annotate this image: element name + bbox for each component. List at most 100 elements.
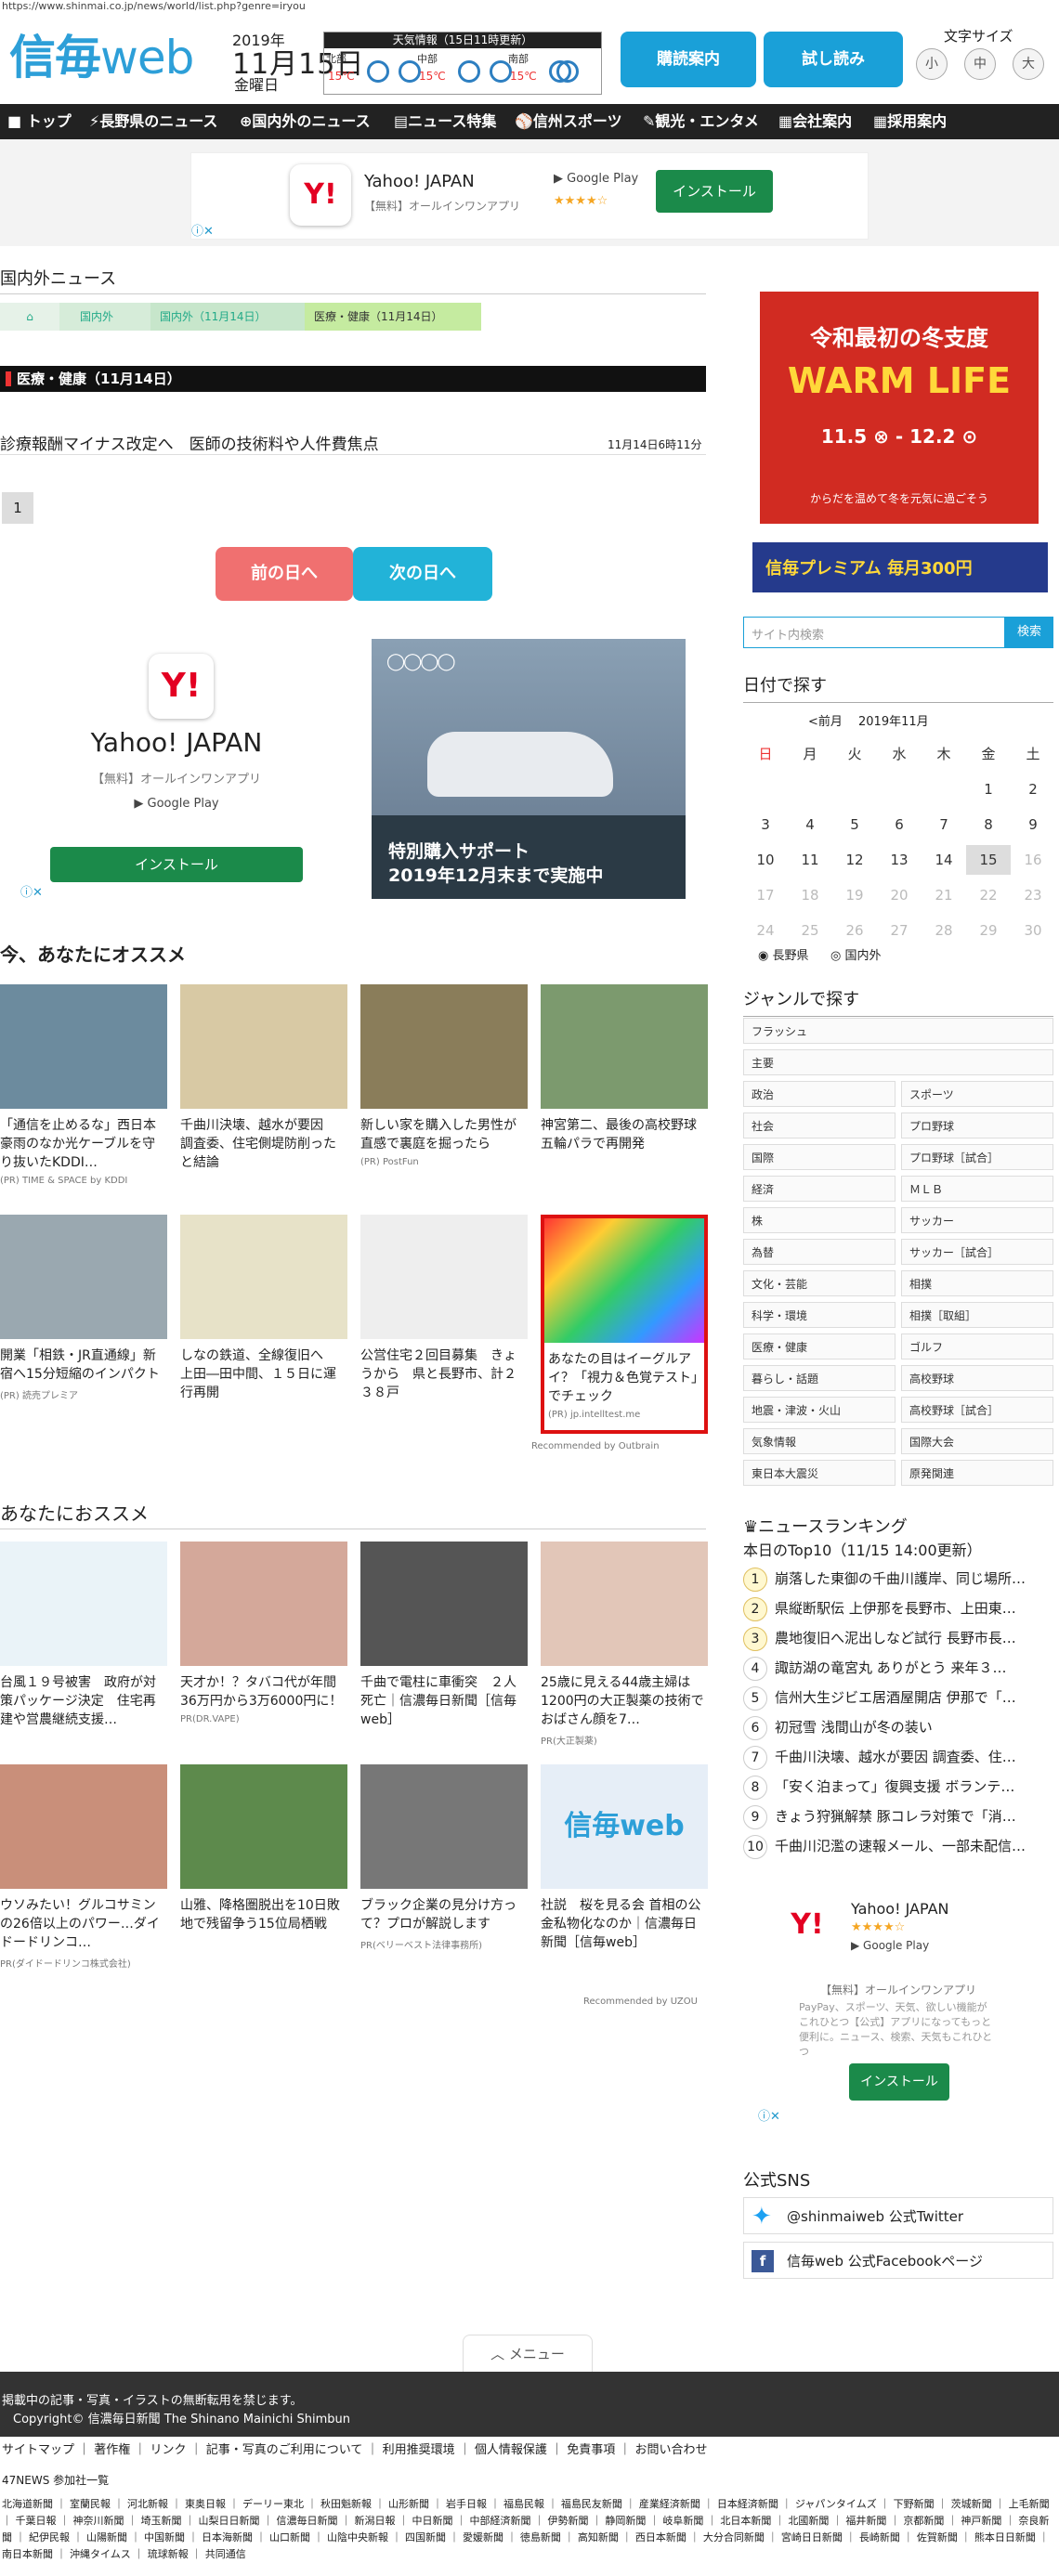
ranking-item[interactable]: 3 農地復旧へ泥出しなど試行 長野市長… (743, 1623, 1053, 1653)
twitter-link[interactable]: ✦ @shinmaiweb 公式Twitter (743, 2197, 1053, 2234)
recommend-card[interactable]: 開業「相鉄・JR直通線」新宿へ15分短縮のインパクト (PR) 読売プレミア (0, 1215, 167, 1401)
weather-widget[interactable]: 天気情報（15日11時更新） 北部 15℃ 中部 15℃ 南部 15℃ (323, 32, 602, 95)
recommend-card[interactable]: あなたの目はイーグルアイ？「視力＆色覚テスト」でチェック (PR) jp.inte… (541, 1215, 708, 1434)
ranking-title[interactable]: 諏訪湖の竜宮丸 ありがとう 来年３… (775, 1659, 1007, 1676)
card-title[interactable]: 社説 桜を見る会 首相の公金私物化なのか｜信濃毎日新聞［信毎web］ (541, 1896, 708, 1952)
car-ad[interactable]: ◯◯◯◯ 特別購入サポート 2019年12月末まで実施中 (372, 639, 686, 899)
genre-link[interactable]: 国際 (743, 1144, 896, 1170)
recommend2-card[interactable]: ブラック企業の見分け方って？プロが解説します PR(ベリーベスト法律事務所) (360, 1764, 528, 1951)
nav-feature[interactable]: ▤ニュース特集 (394, 104, 496, 139)
calendar-day[interactable]: 11 (788, 845, 832, 875)
ranking-title[interactable]: 信州大生ジビエ居酒屋開店 伊那で「… (775, 1689, 1016, 1706)
genre-link[interactable]: プロ野球 (901, 1112, 1053, 1138)
font-size-small-button[interactable]: 小 (916, 48, 948, 80)
nav-company[interactable]: ▦会社案内 (778, 104, 852, 139)
ranking-item[interactable]: 10 千曲川氾濫の速報メール、一部未配信… (743, 1831, 1053, 1861)
ad-install-button[interactable]: インストール (849, 2063, 949, 2101)
font-size-medium-button[interactable]: 中 (964, 48, 996, 80)
footer-links[interactable]: サイトマップ ｜ 著作権 ｜ リンク ｜ 記事・写真のご利用について ｜ 利用推… (0, 2437, 1059, 2465)
genre-link[interactable]: 東日本大震災 (743, 1460, 896, 1486)
recommend-card[interactable]: 新しい家を購入した男性が直感で裏庭を掘ったら (PR) PostFun (360, 984, 528, 1167)
page-number-button[interactable]: 1 (2, 492, 33, 524)
prev-day-button[interactable]: 前の日へ (216, 547, 353, 601)
ad-install-button[interactable]: インストール (656, 170, 773, 213)
calendar-day[interactable]: 1 (966, 774, 1011, 804)
ranking-title[interactable]: 崩落した東御の千曲川護岸、同じ場所… (775, 1570, 1026, 1587)
calendar-option-world[interactable]: ◎ 国内外 (830, 945, 882, 963)
newspaper-list[interactable]: 北海道新聞 ｜ 室蘭民報 ｜ 河北新報 ｜ 東奥日報 ｜ デーリー東北 ｜ 秋田… (0, 2496, 1059, 2576)
genre-link[interactable]: 政治 (743, 1081, 896, 1107)
genre-link[interactable]: フラッシュ (743, 1018, 1053, 1044)
calendar-day[interactable]: 2 (1011, 774, 1055, 804)
crumb-world-date[interactable]: 国内外（11月14日） (150, 303, 305, 331)
recommend2-card[interactable]: 25歳に見える44歳主婦は1200円の大正製薬の技術でおばさん顔を7… PR(大正… (541, 1542, 708, 1747)
recommend2-card[interactable]: 台風１９号被害 政府が対策パッケージ決定 住宅再建や営農継続支援… (0, 1542, 167, 1733)
ranking-item[interactable]: 5 信州大生ジビエ居酒屋開店 伊那で「… (743, 1683, 1053, 1712)
nav-nagano[interactable]: ⚡長野県のニュース (89, 104, 217, 139)
genre-link[interactable]: スポーツ (901, 1081, 1053, 1107)
card-title[interactable]: ブラック企業の見分け方って？プロが解説します (360, 1896, 528, 1933)
yahoo-ad[interactable]: Y! Yahoo! JAPAN 【無料】オールインワンアプリ ▶ Google … (28, 639, 325, 882)
card-title[interactable]: ウソみたい！グルコサミンの26倍以上のパワー…ダイドードリンコ… (0, 1896, 167, 1952)
card-title[interactable]: 「通信を止めるな」西日本豪雨のなか光ケーブルを守り抜いたKDDI… (0, 1116, 167, 1172)
genre-link[interactable]: 文化・芸能 (743, 1270, 896, 1296)
side-yahoo-ad[interactable]: Y! Yahoo! JAPAN ★★★★☆ ▶ Google Play 【無料】… (743, 1881, 1053, 2123)
recommend-card[interactable]: 千曲川決壊、越水が要因 調査委、住宅側堤防削ったと結論 (180, 984, 347, 1176)
recommend-card[interactable]: 「通信を止めるな」西日本豪雨のなか光ケーブルを守り抜いたKDDI… (PR) TI… (0, 984, 167, 1186)
calendar-day[interactable]: 3 (743, 810, 788, 839)
card-title[interactable]: 千曲で電柱に車衝突 ２人死亡｜信濃毎日新聞［信毎web］ (360, 1673, 528, 1729)
calendar-day[interactable]: 13 (877, 845, 922, 875)
calendar-day[interactable]: 8 (966, 810, 1011, 839)
card-title[interactable]: 新しい家を購入した男性が直感で裏庭を掘ったら (360, 1116, 528, 1153)
ranking-item[interactable]: 9 きょう狩猟解禁 豚コレラ対策で「消… (743, 1802, 1053, 1831)
site-search-input[interactable]: サイト内検索 (743, 617, 1005, 648)
uzou-credit[interactable]: Recommended by UZOU (583, 1997, 698, 2007)
menu-toggle[interactable]: ︿ メニュー (463, 2335, 593, 2372)
facebook-link[interactable]: f 信毎web 公式Facebookページ (743, 2242, 1053, 2279)
ranking-item[interactable]: 6 初冠雪 浅間山が冬の装い (743, 1712, 1053, 1742)
card-title[interactable]: 天才か！？タバコ代が年間36万円から3万6000円に！ (180, 1673, 347, 1711)
genre-link[interactable]: 国際大会 (901, 1428, 1053, 1454)
recommend2-card[interactable]: 信毎web 社説 桜を見る会 首相の公金私物化なのか｜信濃毎日新聞［信毎web］ (541, 1764, 708, 1956)
genre-link[interactable]: 暮らし・話題 (743, 1365, 896, 1391)
recommend2-card[interactable]: 山雅、降格圏脱出を10日敗地で残留争う15位局栖戦 (180, 1764, 347, 1937)
genre-link[interactable]: 主要 (743, 1049, 1053, 1075)
recommend2-card[interactable]: ウソみたい！グルコサミンの26倍以上のパワー…ダイドードリンコ… PR(ダイドード… (0, 1764, 167, 1970)
calendar-day[interactable]: 5 (832, 810, 877, 839)
genre-link[interactable]: 原発関連 (901, 1460, 1053, 1486)
recommend2-card[interactable]: 天才か！？タバコ代が年間36万円から3万6000円に！ PR(DR.VAPE) (180, 1542, 347, 1724)
genre-link[interactable]: サッカー (901, 1207, 1053, 1233)
site-search-button[interactable]: 検索 (1005, 617, 1053, 648)
calendar-day[interactable]: 15 (966, 845, 1011, 875)
calendar-option-nagano[interactable]: ◉ 長野県 (758, 945, 809, 963)
card-title[interactable]: 公営住宅２回目募集 きょうから 県と長野市、計２３８戸 (360, 1347, 528, 1402)
font-size-large-button[interactable]: 大 (1013, 48, 1044, 80)
ad-install-button[interactable]: インストール (50, 847, 303, 882)
genre-link[interactable]: 株 (743, 1207, 896, 1233)
genre-link[interactable]: 地震・津波・火山 (743, 1397, 896, 1423)
genre-link[interactable]: 為替 (743, 1239, 896, 1265)
calendar-day[interactable]: 14 (922, 845, 966, 875)
outbrain-credit[interactable]: Recommended by Outbrain (531, 1441, 660, 1451)
nav-world[interactable]: ⊕国内外のニュース (240, 104, 371, 139)
crumb-world[interactable]: 国内外 (59, 303, 150, 331)
card-title[interactable]: 千曲川決壊、越水が要因 調査委、住宅側堤防削ったと結論 (180, 1116, 347, 1172)
card-title[interactable]: 山雅、降格圏脱出を10日敗地で残留争う15位局栖戦 (180, 1896, 347, 1933)
site-logo[interactable]: 信毎web (9, 20, 194, 87)
genre-link[interactable]: 科学・環境 (743, 1302, 896, 1328)
ranking-title[interactable]: 初冠雪 浅間山が冬の装い (775, 1719, 933, 1736)
ranking-title[interactable]: 千曲川決壊、越水が要因 調査委、住… (775, 1749, 1016, 1765)
card-title[interactable]: 台風１９号被害 政府が対策パッケージ決定 住宅再建や営農継続支援… (0, 1673, 167, 1729)
genre-link[interactable]: 経済 (743, 1176, 896, 1202)
calendar-day[interactable]: 6 (877, 810, 922, 839)
ranking-title[interactable]: 農地復旧へ泥出しなど試行 長野市長… (775, 1630, 1016, 1646)
ranking-item[interactable]: 8 「安く泊まって」復興支援 ボランテ… (743, 1772, 1053, 1802)
ranking-item[interactable]: 2 県縦断駅伝 上伊那を長野市、上田東… (743, 1594, 1053, 1623)
adchoices-icon[interactable]: ⓘ✕ (191, 221, 214, 239)
calendar-day[interactable]: 7 (922, 810, 966, 839)
recommend-card[interactable]: 神宮第二、最後の高校野球 五輪パラで再開発 (541, 984, 710, 1157)
genre-link[interactable]: 相撲［取組］ (901, 1302, 1053, 1328)
genre-link[interactable]: 気象情報 (743, 1428, 896, 1454)
ranking-item[interactable]: 4 諏訪湖の竜宮丸 ありがとう 来年３… (743, 1653, 1053, 1683)
ranking-title[interactable]: 「安く泊まって」復興支援 ボランテ… (775, 1778, 1014, 1795)
